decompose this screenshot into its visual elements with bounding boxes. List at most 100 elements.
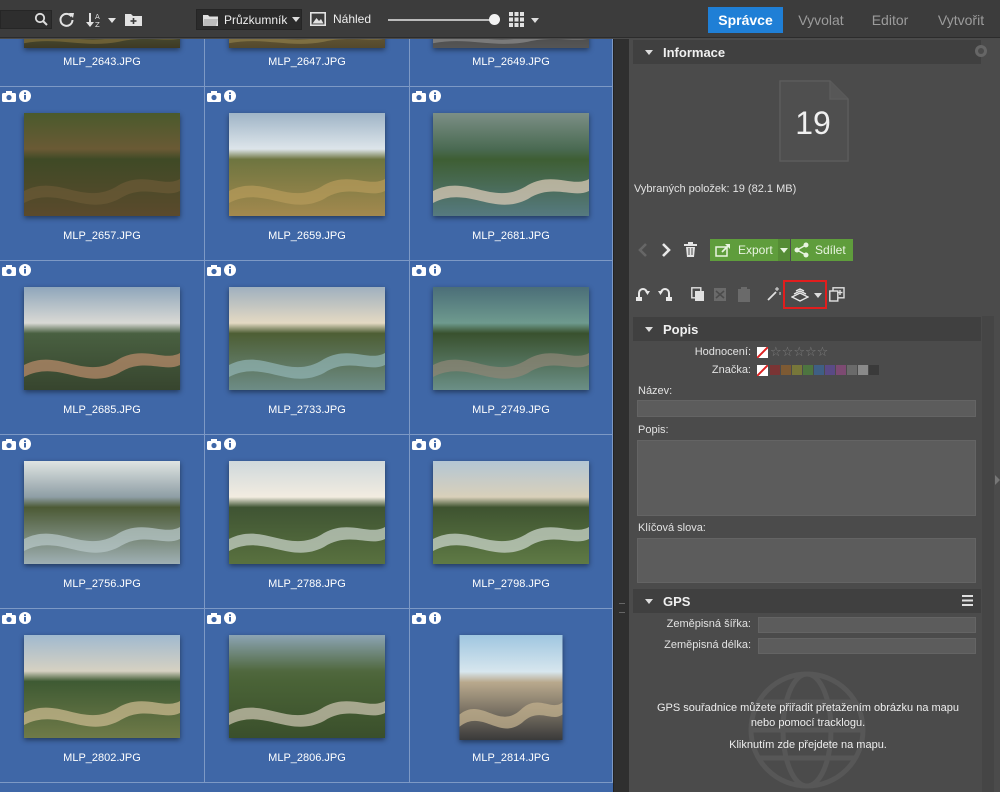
search-area[interactable] — [0, 0, 52, 38]
thumbnail-cell[interactable]: MLP_2733.JPG — [205, 261, 410, 435]
camera-icon[interactable] — [207, 90, 221, 102]
gps-hint[interactable]: GPS souřadnice můžete přiřadit přetažení… — [629, 701, 987, 753]
info-icon[interactable] — [223, 264, 237, 276]
thumbnail-cell[interactable]: MLP_2814.JPG — [410, 609, 613, 783]
thumbnail-image[interactable] — [433, 461, 589, 564]
thumbnail-cell[interactable]: MLP_2798.JPG — [410, 435, 613, 609]
refresh-icon[interactable] — [58, 11, 75, 28]
color-mark-swatch[interactable] — [814, 365, 824, 375]
info-icon[interactable] — [223, 612, 237, 624]
thumbnail-cell[interactable]: MLP_2685.JPG — [0, 261, 205, 435]
thumbnail-cell[interactable]: MLP_2649.JPG — [410, 39, 613, 87]
thumbnail-image[interactable] — [24, 461, 180, 564]
camera-icon[interactable] — [412, 612, 426, 624]
thumbnail-cell[interactable]: MLP_2802.JPG — [0, 609, 205, 783]
thumbnail-image[interactable] — [459, 635, 563, 740]
thumbnail-cell[interactable]: MLP_2659.JPG — [205, 87, 410, 261]
camera-icon[interactable] — [412, 264, 426, 276]
thumbnail-image[interactable] — [433, 113, 589, 216]
camera-icon[interactable] — [207, 264, 221, 276]
color-mark-swatch[interactable] — [847, 365, 857, 375]
info-icon[interactable] — [18, 264, 32, 276]
description-section-header[interactable]: Popis — [633, 317, 981, 341]
rotate-left-icon[interactable] — [636, 286, 652, 302]
settings-gear-icon[interactable] — [974, 44, 988, 58]
copy-icon[interactable] — [690, 286, 706, 302]
search-icon[interactable] — [34, 12, 48, 26]
thumbnail-cell[interactable]: MLP_2756.JPG — [0, 435, 205, 609]
thumbnail-image[interactable] — [433, 287, 589, 390]
grid-icon[interactable] — [509, 12, 524, 27]
thumbnail-image[interactable] — [229, 287, 385, 390]
name-input[interactable] — [637, 400, 976, 417]
thumbnail-image[interactable] — [229, 39, 385, 48]
thumbnail-image[interactable] — [229, 113, 385, 216]
thumbnail-image[interactable] — [24, 113, 180, 216]
thumbnail-image[interactable] — [229, 461, 385, 564]
description-textarea[interactable] — [637, 440, 976, 516]
previous-arrow-icon[interactable] — [638, 243, 648, 257]
tab-spravce[interactable]: Správce — [708, 7, 783, 33]
add-layer-icon[interactable] — [829, 286, 845, 302]
camera-icon[interactable] — [412, 438, 426, 450]
info-icon[interactable] — [223, 90, 237, 102]
color-mark-swatch[interactable] — [792, 365, 802, 375]
color-mark-swatch[interactable] — [781, 365, 791, 375]
info-icon[interactable] — [18, 438, 32, 450]
camera-icon[interactable] — [2, 612, 16, 624]
delete-trash-icon[interactable] — [684, 242, 697, 257]
color-mark-swatch[interactable] — [869, 365, 879, 375]
camera-icon[interactable] — [2, 90, 16, 102]
star-icon[interactable]: ☆ — [770, 345, 782, 358]
sort-icon[interactable]: AZ — [86, 11, 116, 28]
color-marks[interactable] — [757, 365, 880, 376]
camera-icon[interactable] — [207, 612, 221, 624]
info-icon[interactable] — [18, 612, 32, 624]
color-mark-swatch[interactable] — [803, 365, 813, 375]
info-icon[interactable] — [428, 264, 442, 276]
tab-editor[interactable]: Editor — [862, 7, 918, 33]
thumbnail-image[interactable] — [24, 635, 180, 738]
thumbnail-image[interactable] — [24, 287, 180, 390]
paste-icon[interactable] — [736, 286, 752, 302]
batch-edit-chevron-icon[interactable] — [814, 293, 822, 298]
info-icon[interactable] — [428, 612, 442, 624]
camera-icon[interactable] — [2, 264, 16, 276]
thumbnail-image[interactable] — [24, 39, 180, 48]
panel-scrollbar[interactable] — [982, 316, 994, 792]
no-rating-icon[interactable] — [757, 346, 768, 358]
camera-icon[interactable] — [207, 438, 221, 450]
zoom-slider-handle[interactable] — [489, 14, 500, 25]
thumbnail-cell[interactable]: MLP_2806.JPG — [205, 609, 410, 783]
thumbnail-cell[interactable]: MLP_2681.JPG — [410, 87, 613, 261]
panel-edge-arrow-icon[interactable] — [995, 475, 1000, 485]
thumbnail-image[interactable] — [229, 635, 385, 738]
color-mark-swatch[interactable] — [858, 365, 868, 375]
color-mark-swatch[interactable] — [825, 365, 835, 375]
rating-stars[interactable]: ☆ ☆ ☆ ☆ ☆ — [757, 345, 828, 358]
star-icon[interactable]: ☆ — [793, 345, 805, 358]
thumbnail-cell[interactable]: MLP_2788.JPG — [205, 435, 410, 609]
info-icon[interactable] — [428, 90, 442, 102]
panel-splitter[interactable] — [613, 39, 629, 792]
export-dropdown-button[interactable] — [778, 239, 790, 261]
color-mark-swatch[interactable] — [836, 365, 846, 375]
next-arrow-icon[interactable] — [661, 243, 671, 257]
grid-chevron-icon[interactable] — [531, 18, 539, 23]
camera-icon[interactable] — [412, 90, 426, 102]
thumbnail-cell[interactable]: MLP_2657.JPG — [0, 87, 205, 261]
star-icon[interactable]: ☆ — [805, 345, 817, 358]
info-icon[interactable] — [18, 90, 32, 102]
thumbnail-cell[interactable]: MLP_2643.JPG — [0, 39, 205, 87]
thumbnail-cell[interactable]: MLP_2749.JPG — [410, 261, 613, 435]
tab-vytvorit[interactable]: Vytvořit — [928, 7, 994, 33]
new-folder-icon[interactable] — [125, 12, 142, 26]
latitude-input[interactable] — [758, 617, 976, 633]
thumbnail-image[interactable] — [433, 39, 589, 48]
gps-map-link[interactable]: Kliknutím zde přejdete na mapu. — [629, 738, 987, 753]
tab-vyvolat[interactable]: Vyvolat — [790, 7, 852, 33]
view-label[interactable]: Náhled — [333, 12, 371, 26]
keywords-input[interactable] — [637, 538, 976, 583]
info-icon[interactable] — [223, 438, 237, 450]
camera-icon[interactable] — [2, 438, 16, 450]
